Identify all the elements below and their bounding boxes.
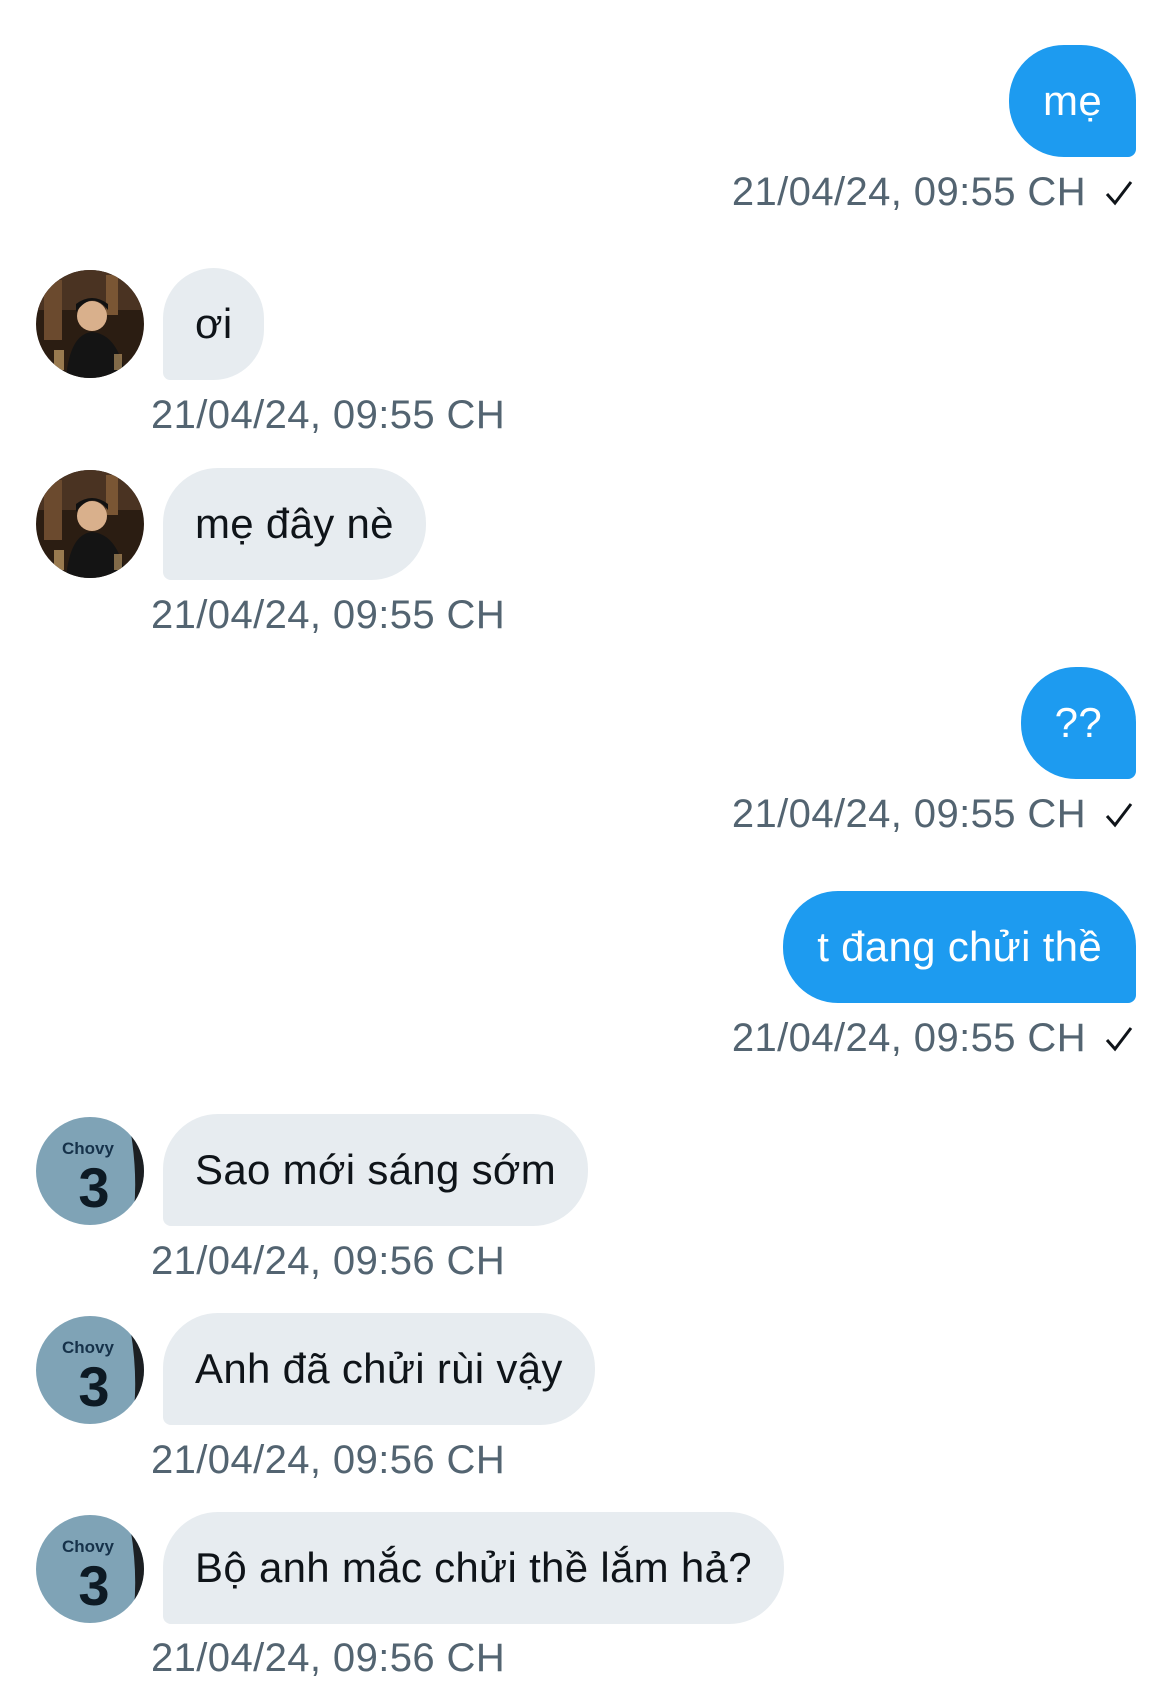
message-text: Bộ anh mắc chửi thề lắm hả? <box>195 1544 752 1591</box>
message-text: ơi <box>195 300 233 347</box>
message-meta: 21/04/24, 09:55 CH <box>151 393 505 438</box>
message-timestamp: 21/04/24, 09:55 CH <box>731 792 1086 836</box>
message-bubble[interactable]: mẹ <box>1009 45 1136 157</box>
message-text: mẹ <box>1043 77 1102 124</box>
message-timestamp: 21/04/24, 09:56 CH <box>151 1438 506 1482</box>
photo-avatar[interactable] <box>36 470 144 578</box>
message-text: Anh đã chửi rùi vậy <box>195 1345 563 1392</box>
message-meta: 21/04/24, 09:55 CH <box>732 1016 1136 1061</box>
message-meta: 21/04/24, 09:55 CH <box>732 170 1136 215</box>
check-icon <box>1105 802 1133 827</box>
message-bubble[interactable]: mẹ đây nè <box>163 468 426 580</box>
message-timestamp: 21/04/24, 09:56 CH <box>151 1239 506 1283</box>
message-text: mẹ đây nè <box>195 500 394 547</box>
message-text: ?? <box>1054 699 1102 746</box>
message-timestamp: 21/04/24, 09:55 CH <box>151 593 506 637</box>
message-meta: 21/04/24, 09:55 CH <box>151 593 505 638</box>
message-text: t đang chửi thề <box>817 923 1102 970</box>
message-text: Sao mới sáng sớm <box>195 1146 556 1193</box>
message-meta: 21/04/24, 09:55 CH <box>732 792 1136 837</box>
check-icon <box>1105 1026 1133 1051</box>
jersey-avatar[interactable]: Chovy 3 <box>36 1515 144 1623</box>
jersey-number: 3 <box>78 1355 109 1418</box>
photo-avatar[interactable] <box>36 270 144 378</box>
message-meta: 21/04/24, 09:56 CH <box>151 1636 505 1681</box>
message-bubble[interactable]: Anh đã chửi rùi vậy <box>163 1313 595 1425</box>
message-bubble[interactable]: ?? <box>1020 667 1136 779</box>
message-bubble[interactable]: t đang chửi thề <box>783 891 1136 1003</box>
check-icon <box>1105 180 1133 205</box>
message-bubble[interactable]: Sao mới sáng sớm <box>163 1114 588 1226</box>
message-meta: 21/04/24, 09:56 CH <box>151 1438 505 1483</box>
jersey-number: 3 <box>78 1156 109 1219</box>
message-bubble[interactable]: Bộ anh mắc chửi thề lắm hả? <box>163 1512 784 1624</box>
message-timestamp: 21/04/24, 09:55 CH <box>151 393 506 437</box>
message-meta: 21/04/24, 09:56 CH <box>151 1239 505 1284</box>
message-timestamp: 21/04/24, 09:55 CH <box>731 1016 1086 1060</box>
message-bubble[interactable]: ơi <box>163 268 265 380</box>
jersey-avatar[interactable]: Chovy 3 <box>36 1316 144 1424</box>
jersey-number: 3 <box>78 1554 109 1617</box>
jersey-avatar[interactable]: Chovy 3 <box>36 1117 144 1225</box>
message-timestamp: 21/04/24, 09:55 CH <box>731 170 1086 214</box>
message-timestamp: 21/04/24, 09:56 CH <box>151 1636 506 1680</box>
